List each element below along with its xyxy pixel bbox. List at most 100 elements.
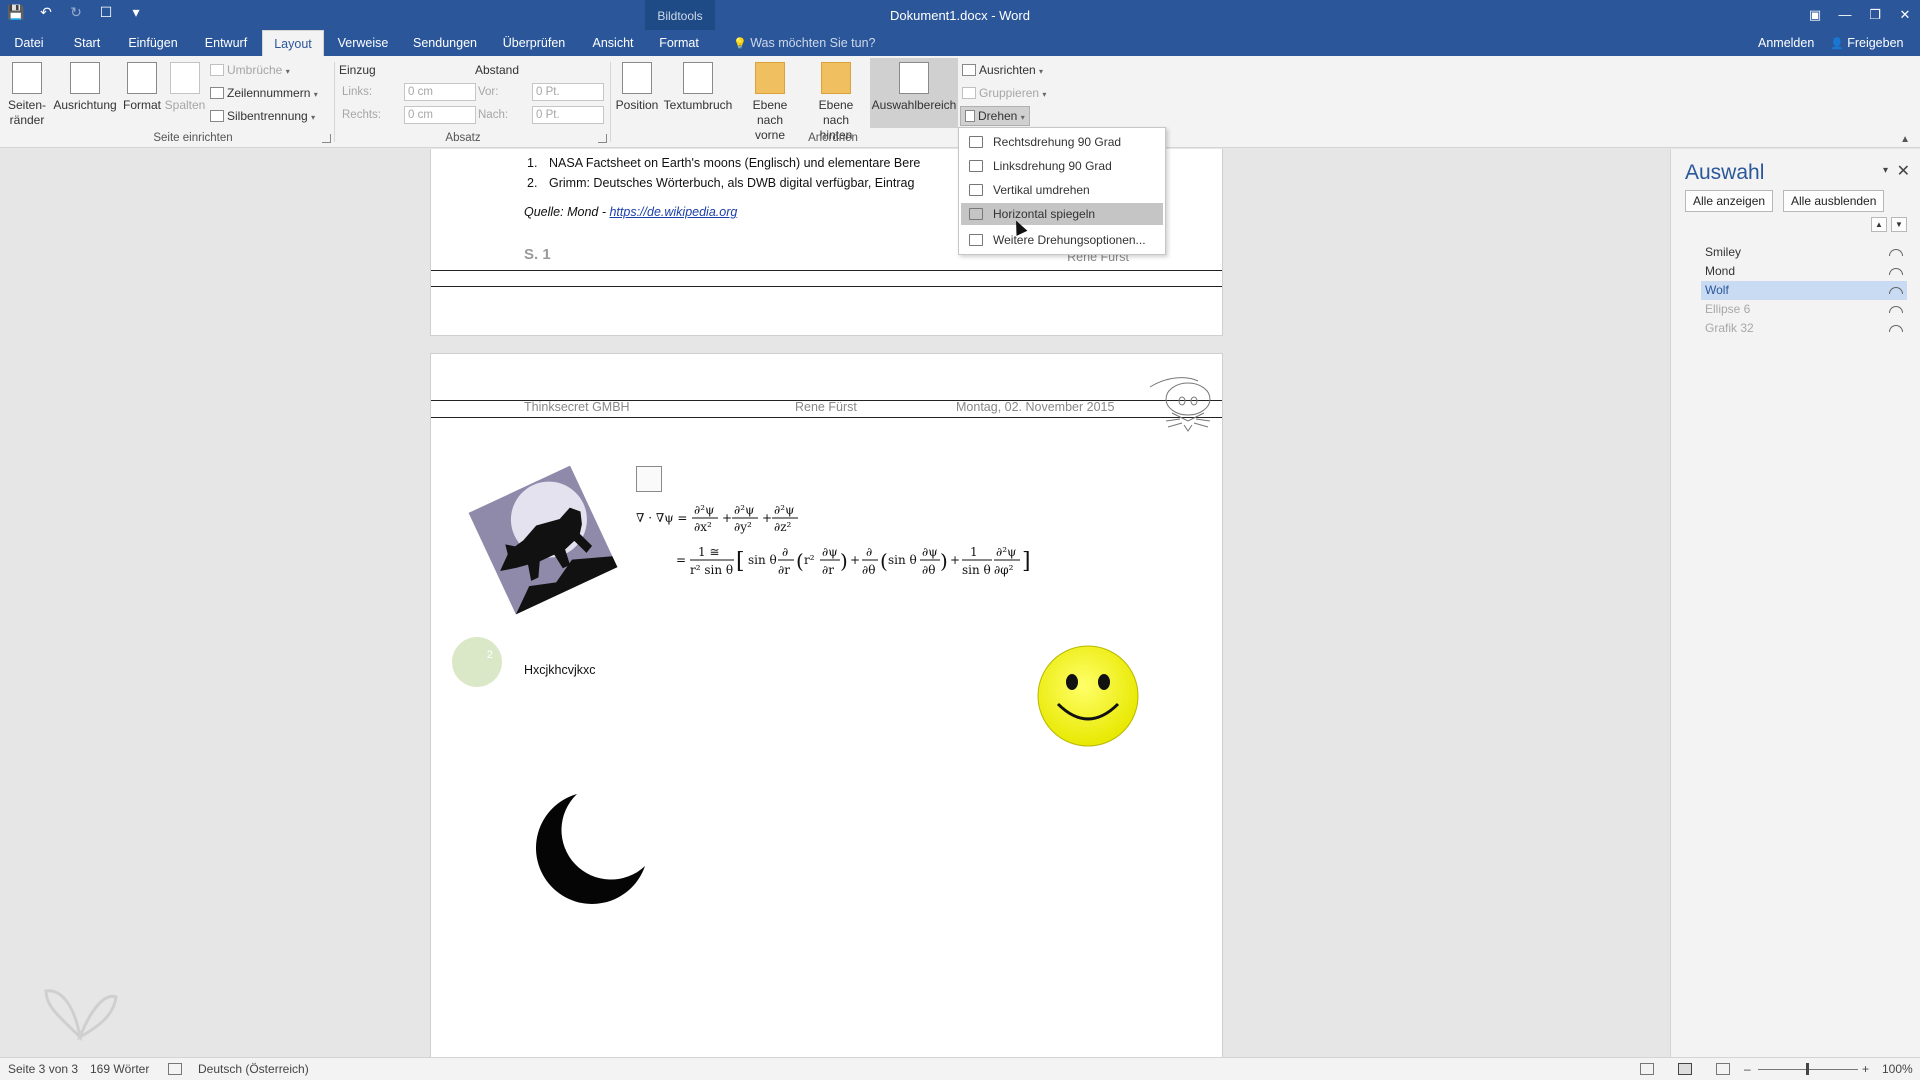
pane-item-mond[interactable]: Mond	[1701, 262, 1907, 281]
tab-entwurf[interactable]: Entwurf	[198, 30, 254, 56]
wolf-moon-image[interactable]	[461, 458, 625, 622]
bring-forward-button[interactable]: Ebene nach vorne	[738, 62, 802, 143]
paragraph-launcher-icon[interactable]	[598, 134, 607, 143]
tab-sendungen[interactable]: Sendungen	[406, 30, 484, 56]
indent-right-label: Rechts:	[342, 109, 381, 121]
tab-verweise[interactable]: Verweise	[332, 30, 394, 56]
spacing-after-input[interactable]: 0 Pt.	[532, 106, 604, 124]
breaks-button[interactable]: Umbrüche ▾	[210, 60, 290, 80]
pane-options-icon[interactable]: ▾	[1883, 165, 1888, 176]
web-layout-icon[interactable]	[1716, 1063, 1730, 1075]
menu-item-rotate-right[interactable]: Rechtsdrehung 90 Grad	[961, 131, 1163, 153]
menu-item-more-rotation-options[interactable]: Weitere Drehungsoptionen...	[961, 229, 1163, 251]
body-text: Hxcjkhcvjkxc	[524, 663, 596, 677]
redo-icon[interactable]: ↻	[66, 4, 86, 21]
close-icon[interactable]: ✕	[1890, 0, 1920, 30]
pane-item-grafik[interactable]: Grafik 32	[1701, 319, 1907, 338]
title-bar: 💾 ↶ ↻ ☐ ▾ Bildtools Dokument1.docx - Wor…	[0, 0, 1920, 30]
spacing-before-input[interactable]: 0 Pt.	[532, 83, 604, 101]
tab-datei[interactable]: Datei	[6, 30, 52, 56]
mouse-sketch-image[interactable]	[1146, 369, 1218, 439]
breaks-label: Umbrüche	[227, 63, 283, 77]
source-link[interactable]: https://de.wikipedia.org	[609, 205, 737, 219]
equation[interactable]: ∇ · ∇ψ = ∂²ψ ∂x² + ∂²ψ ∂y² + ∂²ψ ∂z² = 1…	[636, 504, 1036, 584]
zoom-out-icon[interactable]: –	[1744, 1062, 1751, 1076]
save-icon[interactable]: 💾	[6, 4, 26, 21]
tell-me-search[interactable]: 💡 Was möchten Sie tun?	[733, 30, 875, 56]
tab-ansicht[interactable]: Ansicht	[584, 30, 642, 56]
zoom-level[interactable]: 100%	[1882, 1062, 1913, 1076]
tab-format[interactable]: Format	[648, 30, 710, 56]
print-layout-icon[interactable]	[1678, 1063, 1692, 1075]
zoom-in-icon[interactable]: +	[1862, 1062, 1869, 1076]
page-count[interactable]: Seite 3 von 3	[8, 1062, 78, 1076]
pane-close-icon[interactable]: ✕	[1897, 161, 1910, 181]
customize-qat-icon[interactable]: ▾	[126, 4, 146, 21]
moon-shape[interactable]	[531, 788, 651, 908]
hide-all-button[interactable]: Alle ausblenden	[1783, 190, 1885, 212]
send-backward-button[interactable]: Ebene nach hinten	[804, 62, 868, 143]
word-count[interactable]: 169 Wörter	[90, 1062, 149, 1076]
language-indicator[interactable]: Deutsch (Österreich)	[198, 1062, 309, 1076]
bring-forward-icon[interactable]: ▲	[1871, 217, 1887, 232]
restore-icon[interactable]: ❐	[1860, 0, 1890, 30]
proofing-icon[interactable]	[168, 1063, 182, 1075]
columns-button[interactable]: Spalten	[164, 62, 206, 113]
position-button[interactable]: Position	[614, 62, 660, 113]
svg-text:∂²ψ: ∂²ψ	[774, 504, 794, 517]
sign-in-link[interactable]: Anmelden	[1758, 30, 1814, 56]
svg-text:∂x²: ∂x²	[694, 520, 712, 534]
tab-ueberpruefen[interactable]: Überprüfen	[496, 30, 572, 56]
rotate-button[interactable]: Drehen ▾	[960, 106, 1030, 126]
read-mode-icon[interactable]	[1640, 1063, 1654, 1075]
pane-item-smiley[interactable]: Smiley	[1701, 243, 1907, 262]
show-all-button[interactable]: Alle anzeigen	[1685, 190, 1774, 212]
eye-icon[interactable]	[1889, 325, 1903, 332]
smiley-shape[interactable]	[1036, 644, 1140, 748]
ribbon-display-options-icon[interactable]: ▣	[1800, 0, 1830, 30]
eye-icon[interactable]	[1889, 268, 1903, 275]
size-format-button[interactable]: Format	[120, 62, 164, 113]
margins-button[interactable]: Seiten- ränder	[4, 62, 50, 128]
document-page-2[interactable]: Thinksecret GMBH Rene Fürst Montag, 02. …	[430, 353, 1223, 1057]
svg-text:): )	[940, 549, 948, 573]
collapse-ribbon-icon[interactable]: ▲	[1900, 134, 1910, 145]
undo-icon[interactable]: ↶	[36, 4, 56, 21]
menu-item-flip-horizontal[interactable]: Horizontal spiegeln	[961, 203, 1163, 225]
tab-start[interactable]: Start	[66, 30, 108, 56]
share-button[interactable]: 👤 Freigeben	[1830, 30, 1903, 56]
size-format-label: Format	[122, 98, 161, 112]
list-item: 2. Grimm: Deutsches Wörterbuch, als DWB …	[527, 176, 915, 190]
tab-einfuegen[interactable]: Einfügen	[122, 30, 184, 56]
align-button[interactable]: Ausrichten ▾	[962, 60, 1043, 80]
group-label-page-setup: Seite einrichten	[153, 132, 233, 144]
page-setup-launcher-icon[interactable]	[322, 134, 331, 143]
svg-text:): )	[840, 549, 848, 573]
indent-left-input[interactable]: 0 cm	[404, 83, 476, 101]
menu-item-rotate-left[interactable]: Linksdrehung 90 Grad	[961, 155, 1163, 177]
document-area[interactable]: 1. NASA Factsheet on Earth's moons (Engl…	[0, 149, 1670, 1057]
rotation-options-icon	[969, 234, 983, 246]
zoom-slider-thumb[interactable]	[1806, 1063, 1809, 1075]
hyphenation-button[interactable]: Silbentrennung ▾	[210, 106, 315, 126]
line-numbers-button[interactable]: Zeilennummern ▾	[210, 83, 318, 103]
orientation-button[interactable]: Ausrichtung	[52, 62, 118, 113]
eye-icon[interactable]	[1889, 249, 1903, 256]
menu-item-flip-vertical[interactable]: Vertikal umdrehen	[961, 179, 1163, 201]
tab-layout[interactable]: Layout	[262, 30, 324, 56]
equation-anchor-icon[interactable]	[636, 466, 662, 492]
pane-item-ellipse[interactable]: Ellipse 6	[1701, 300, 1907, 319]
ellipse-shape[interactable]: 2	[452, 637, 502, 687]
selection-pane-button[interactable]: Auswahlbereich	[870, 58, 958, 128]
pane-item-wolf[interactable]: Wolf	[1701, 281, 1907, 300]
touch-mode-icon[interactable]: ☐	[96, 4, 116, 21]
eye-icon[interactable]	[1889, 287, 1903, 294]
indent-right-input[interactable]: 0 cm	[404, 106, 476, 124]
minimize-icon[interactable]: —	[1830, 0, 1860, 30]
eye-icon[interactable]	[1889, 306, 1903, 313]
rotate-right-icon	[969, 136, 983, 148]
group-button[interactable]: Gruppieren ▾	[962, 83, 1046, 103]
send-backward-icon[interactable]: ▼	[1891, 217, 1907, 232]
svg-text:+: +	[762, 511, 772, 525]
text-wrap-button[interactable]: Textumbruch	[660, 62, 736, 113]
